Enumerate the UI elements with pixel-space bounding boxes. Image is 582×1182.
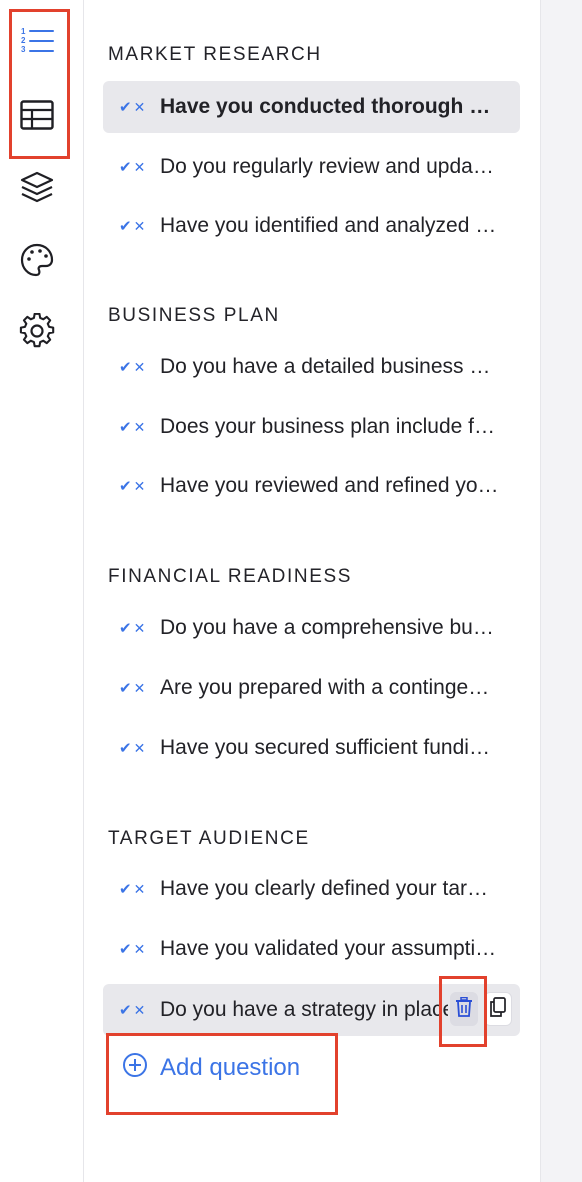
- check-icon: ✔: [119, 217, 132, 235]
- answer-marks: ✔ ✕: [103, 618, 155, 638]
- x-icon: ✕: [133, 419, 146, 435]
- x-icon: ✕: [133, 218, 146, 234]
- question-text: Have you identified and analyzed your co…: [160, 214, 499, 237]
- x-icon: ✕: [133, 359, 146, 375]
- answer-marks: ✔ ✕: [103, 357, 155, 377]
- check-icon: ✔: [119, 619, 132, 637]
- question-text: Do you have a strategy in place: [160, 998, 448, 1021]
- duplicate-question-button[interactable]: [484, 992, 512, 1026]
- question-text: Have you validated your assumptions abou…: [160, 937, 499, 960]
- check-icon: ✔: [119, 477, 132, 495]
- question-row[interactable]: ✔✕ Does your business plan include finan…: [103, 401, 520, 453]
- question-text: Have you secured sufficient funding?: [160, 736, 499, 759]
- x-icon: ✕: [133, 740, 146, 756]
- question-row[interactable]: ✔✕ Are you prepared with a contingency f…: [103, 662, 520, 714]
- copy-icon: [489, 996, 507, 1022]
- trash-icon: [455, 996, 473, 1022]
- question-text: Are you prepared with a contingency fund…: [160, 676, 499, 699]
- question-row[interactable]: ✔✕ Have you identified and analyzed your…: [103, 200, 520, 252]
- x-icon: ✕: [133, 680, 146, 696]
- section-title-business-plan: BUSINESS PLAN: [108, 305, 280, 326]
- question-row[interactable]: ✔✕ Have you validated your assumptions a…: [103, 923, 520, 975]
- section-title-market-research: MARKET RESEARCH: [108, 44, 322, 65]
- x-icon: ✕: [133, 99, 146, 115]
- check-icon: ✔: [119, 739, 132, 757]
- answer-marks: ✔ ✕: [103, 879, 155, 899]
- layers-icon[interactable]: [18, 168, 56, 206]
- question-text: Do you have a comprehensive budget?: [160, 616, 499, 639]
- right-panel-edge: [540, 0, 582, 1182]
- question-row[interactable]: ✔ ✕ Do you have a strategy in place: [103, 984, 520, 1036]
- check-icon: ✔: [119, 98, 132, 116]
- question-text: Do you regularly review and update your …: [160, 155, 499, 178]
- delete-question-button[interactable]: [450, 992, 478, 1026]
- row-actions: [450, 992, 512, 1026]
- svg-text:3: 3: [21, 45, 26, 54]
- check-icon: ✔: [119, 358, 132, 376]
- question-text: Do you have a detailed business plan?: [160, 355, 499, 378]
- question-row[interactable]: ✔✕ Do you regularly review and update yo…: [103, 141, 520, 193]
- answer-marks: ✔ ✕: [103, 476, 155, 496]
- answer-marks: ✔ ✕: [103, 939, 155, 959]
- question-row[interactable]: ✔ ✕ Have you secured sufficient funding?: [103, 722, 520, 774]
- numbered-list-icon[interactable]: 1 2 3: [18, 22, 56, 60]
- answer-marks: ✔ ✕: [103, 157, 155, 177]
- left-rail: 1 2 3: [0, 0, 84, 1182]
- check-icon: ✔: [119, 158, 132, 176]
- question-text: Have you reviewed and refined your busin…: [160, 474, 499, 497]
- answer-marks: ✔ ✕: [103, 738, 155, 758]
- question-text: Have you conducted thorough market resea…: [160, 95, 499, 118]
- gear-icon[interactable]: [18, 312, 56, 350]
- x-icon: ✕: [133, 881, 146, 897]
- svg-text:1: 1: [21, 27, 26, 36]
- answer-marks: ✔ ✕: [103, 417, 155, 437]
- answer-marks: ✔ ✕: [103, 1000, 155, 1020]
- svg-text:2: 2: [21, 36, 26, 45]
- add-question-label: Add question: [160, 1053, 301, 1081]
- check-icon: ✔: [119, 1001, 132, 1019]
- check-icon: ✔: [119, 679, 132, 697]
- answer-marks: ✔ ✕: [103, 97, 155, 117]
- question-list-panel: MARKET RESEARCH ✔ ✕ Have you conducted th…: [84, 0, 541, 1182]
- plus-circle-icon: [122, 1052, 148, 1083]
- table-icon[interactable]: [18, 96, 56, 134]
- question-row[interactable]: ✔ ✕ Have you clearly defined your target …: [103, 863, 520, 915]
- check-icon: ✔: [119, 880, 132, 898]
- answer-marks: ✔ ✕: [103, 216, 155, 236]
- palette-icon[interactable]: [18, 241, 56, 279]
- question-row[interactable]: ✔✕ Have you reviewed and refined your bu…: [103, 460, 520, 512]
- question-row[interactable]: ✔ ✕ Do you have a detailed business plan?: [103, 341, 520, 393]
- question-text: Have you clearly defined your target aud…: [160, 877, 499, 900]
- check-icon: ✔: [119, 418, 132, 436]
- check-icon: ✔: [119, 940, 132, 958]
- section-title-financial-readiness: FINANCIAL READINESS: [108, 566, 353, 587]
- x-icon: ✕: [133, 159, 146, 175]
- x-icon: ✕: [133, 1002, 146, 1018]
- x-icon: ✕: [133, 620, 146, 636]
- x-icon: ✕: [133, 941, 146, 957]
- question-row[interactable]: ✔✕ Have you conducted thorough market re…: [103, 81, 520, 133]
- section-title-target-audience: TARGET AUDIENCE: [108, 828, 310, 849]
- question-row[interactable]: ✔ ✕ Do you have a comprehensive budget?: [103, 602, 520, 654]
- answer-marks: ✔ ✕: [103, 678, 155, 698]
- x-icon: ✕: [133, 478, 146, 494]
- question-text: Does your business plan include financia…: [160, 415, 499, 438]
- add-question-button[interactable]: Add question: [122, 1052, 300, 1083]
